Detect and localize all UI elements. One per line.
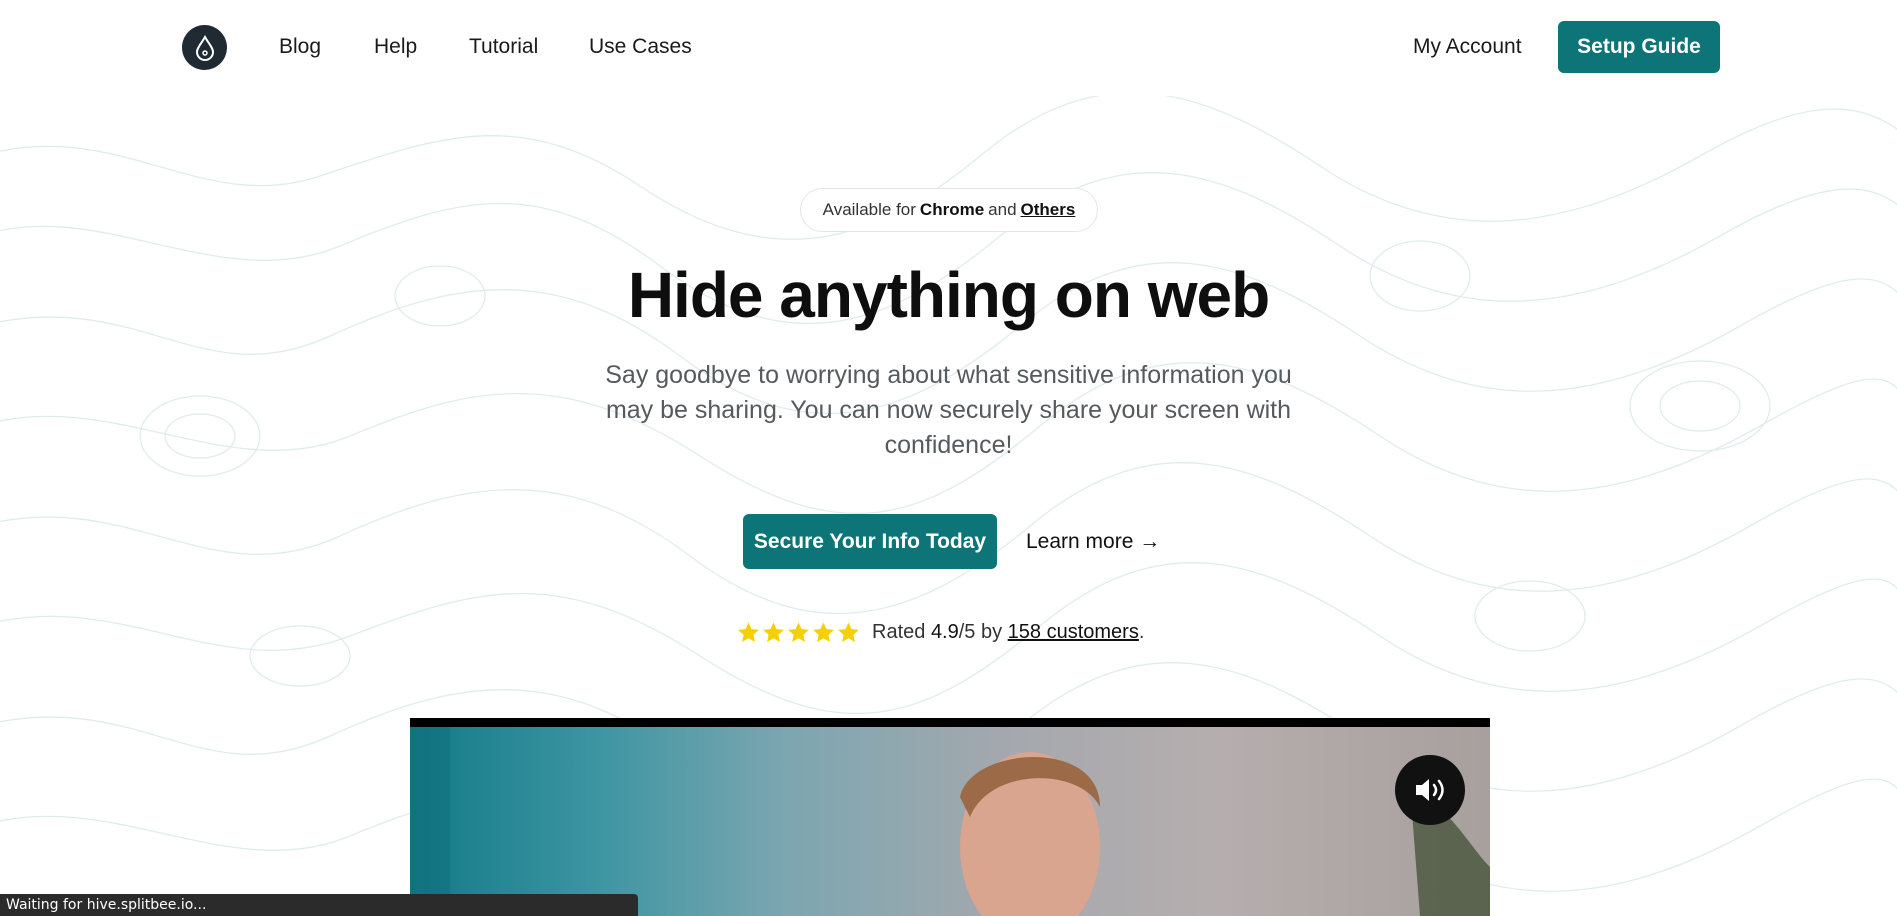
star-icon [763,621,784,642]
video-person-image [410,727,1490,916]
star-icon [838,621,859,642]
rating-end: . [1138,620,1145,643]
setup-guide-button[interactable]: Setup Guide [1558,21,1720,73]
drop-logo-icon[interactable] [182,25,227,70]
rating-prefix: Rated [872,620,926,643]
volume-icon[interactable] [1395,755,1465,825]
rating-score: 4.9 [930,620,959,643]
star-icon [788,621,809,642]
rating-row: Rated 4.9/5 by 158 customers. [737,617,1144,647]
hero-subtitle: Say goodbye to worrying about what sensi… [605,361,1292,459]
star-icon [738,621,759,642]
nav-my-account[interactable]: My Account [1413,35,1522,59]
video-frame [410,727,1490,916]
availability-pill: Available for Chrome and Others [800,188,1098,232]
demo-video[interactable] [410,718,1490,916]
hero-title: Hide anything on web [627,259,1270,331]
nav-tutorial[interactable]: Tutorial [469,35,538,59]
availability-prefix: Available for [822,200,916,219]
nav-help[interactable]: Help [374,35,417,59]
availability-chrome: Chrome [919,200,985,219]
learn-more-link[interactable]: Learn more → [1026,530,1160,554]
availability-and: and [988,200,1017,219]
browser-status-bar: Waiting for hive.splitbee.io... [0,894,638,916]
rating-text: Rated 4.9/5 by 158 customers. [872,621,1144,644]
availability-others-link[interactable]: Others [1021,200,1076,220]
nav-blog[interactable]: Blog [279,35,321,59]
rating-suffix: /5 by [958,620,1003,643]
customers-link[interactable]: 158 customers [1008,621,1139,643]
secure-info-button[interactable]: Secure Your Info Today [743,514,997,569]
rating-stars [737,621,860,644]
nav-use-cases[interactable]: Use Cases [589,35,692,59]
star-icon [813,621,834,642]
site-header: Blog Help Tutorial Use Cases My Account … [0,0,1897,96]
